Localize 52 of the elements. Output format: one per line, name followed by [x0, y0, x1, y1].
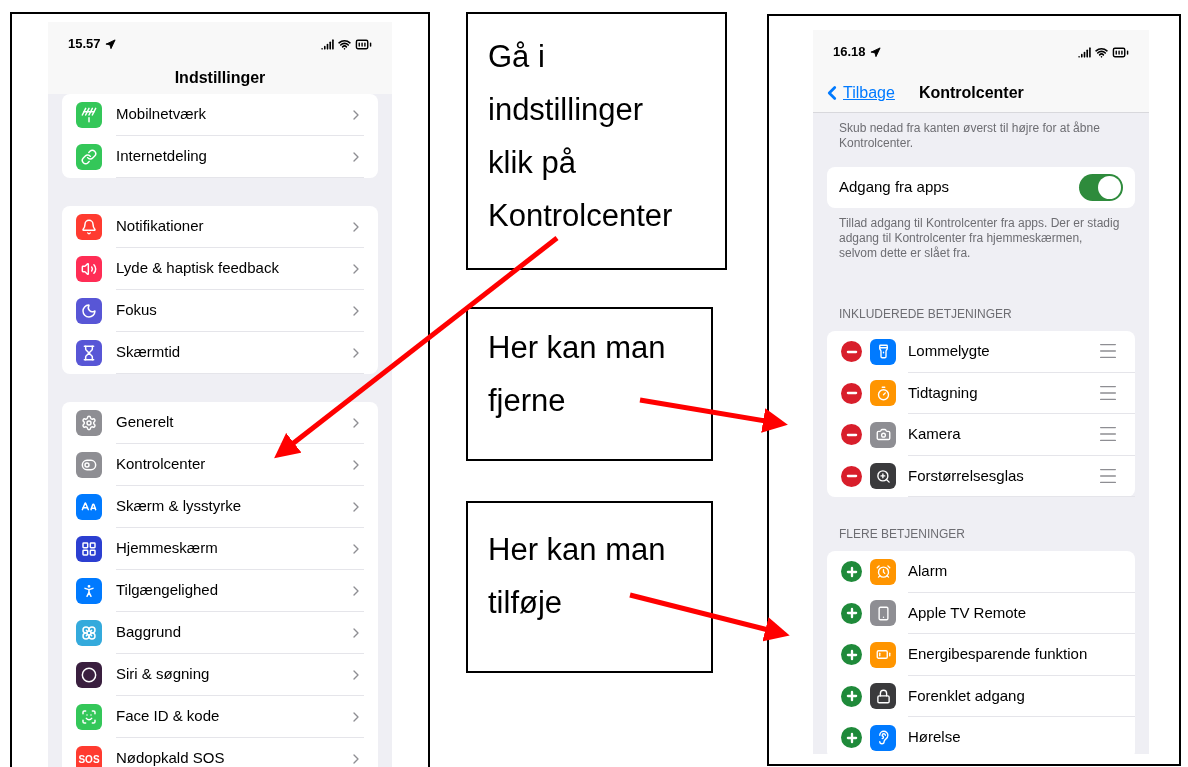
note-box: Gå i indstillinger klik på Kontrolcenter: [466, 12, 727, 270]
settings-row[interactable]: Siri & søgning: [62, 654, 378, 696]
signal-icon: [1078, 45, 1091, 59]
settings-row[interactable]: SOS Nødopkald SOS: [62, 738, 378, 767]
back-button[interactable]: Tilbage: [821, 81, 895, 105]
status-time: 15.57: [68, 35, 101, 54]
settings-row[interactable]: Baggrund: [62, 612, 378, 654]
settings-row[interactable]: Tilgængelighed: [62, 570, 378, 612]
location-icon: [869, 46, 881, 58]
intro-text: Skub nedad fra kanten øverst til højre for at åbne Kontrolcenter.: [838, 120, 1101, 151]
section-heading: FLERE BETJENINGER: [838, 526, 967, 543]
plus-icon: [844, 647, 859, 662]
add-button[interactable]: [841, 602, 862, 624]
settings-icon: SOS: [76, 746, 102, 767]
remove-button[interactable]: [841, 465, 862, 487]
remove-button[interactable]: [841, 424, 862, 446]
settings-row[interactable]: Lyde & haptisk feedback: [62, 248, 378, 290]
wifi-icon: [1095, 45, 1108, 59]
toggle-row: Adgang fra apps: [827, 167, 1135, 208]
note-box: Her kan man tilføje: [466, 501, 713, 673]
signal-icon: [321, 37, 334, 51]
settings-row[interactable]: Hjemmeskærm: [62, 528, 378, 570]
remove-button[interactable]: [841, 382, 862, 404]
add-button[interactable]: [841, 727, 862, 749]
remove-button[interactable]: [841, 341, 862, 363]
wifi-icon: [338, 37, 351, 51]
screen-title: Kontrolcenter: [918, 83, 1024, 103]
settings-row[interactable]: Face ID & kode: [62, 696, 378, 738]
plus-icon: [844, 730, 859, 745]
plus-icon: [844, 564, 859, 579]
screen-title: Indstillinger: [174, 68, 266, 88]
toggle-switch[interactable]: [1079, 174, 1123, 201]
settings-row[interactable]: Internetdeling: [62, 136, 378, 178]
settings-row[interactable]: Kontrolcenter: [62, 444, 378, 486]
controls-group: Lommelygte Tidtagning Kamera Forstørrelsesglas: [827, 331, 1135, 497]
plus-icon: [844, 606, 859, 621]
settings-row[interactable]: Fokus: [62, 290, 378, 332]
controls-group: Alarm Apple TV Remote Energibesparende funktion Forenklet adgang Hørelse: [827, 551, 1135, 754]
section-heading: INKLUDEREDE BETJENINGER: [838, 306, 1013, 323]
location-icon: [104, 38, 116, 50]
add-button[interactable]: [841, 685, 862, 707]
settings-row[interactable]: Notifikationer: [62, 206, 378, 248]
status-time: 16.18: [833, 43, 866, 62]
note-box: Her kan man fjerne: [466, 307, 713, 461]
plus-icon: [844, 689, 859, 704]
add-button[interactable]: [841, 644, 862, 666]
add-button[interactable]: [841, 561, 862, 583]
toggle-note: Tillad adgang til Kontrolcenter fra apps. Der er stadig adgang til Kontrolcenter fra hjemmeskærmen, selvom dette er slået fra.: [838, 215, 1121, 261]
settings-row[interactable]: Skærm & lysstyrke: [62, 486, 378, 528]
settings-row[interactable]: Generelt: [62, 402, 378, 444]
settings-row[interactable]: Mobilnetværk: [62, 94, 378, 136]
settings-row[interactable]: Skærmtid: [62, 332, 378, 374]
